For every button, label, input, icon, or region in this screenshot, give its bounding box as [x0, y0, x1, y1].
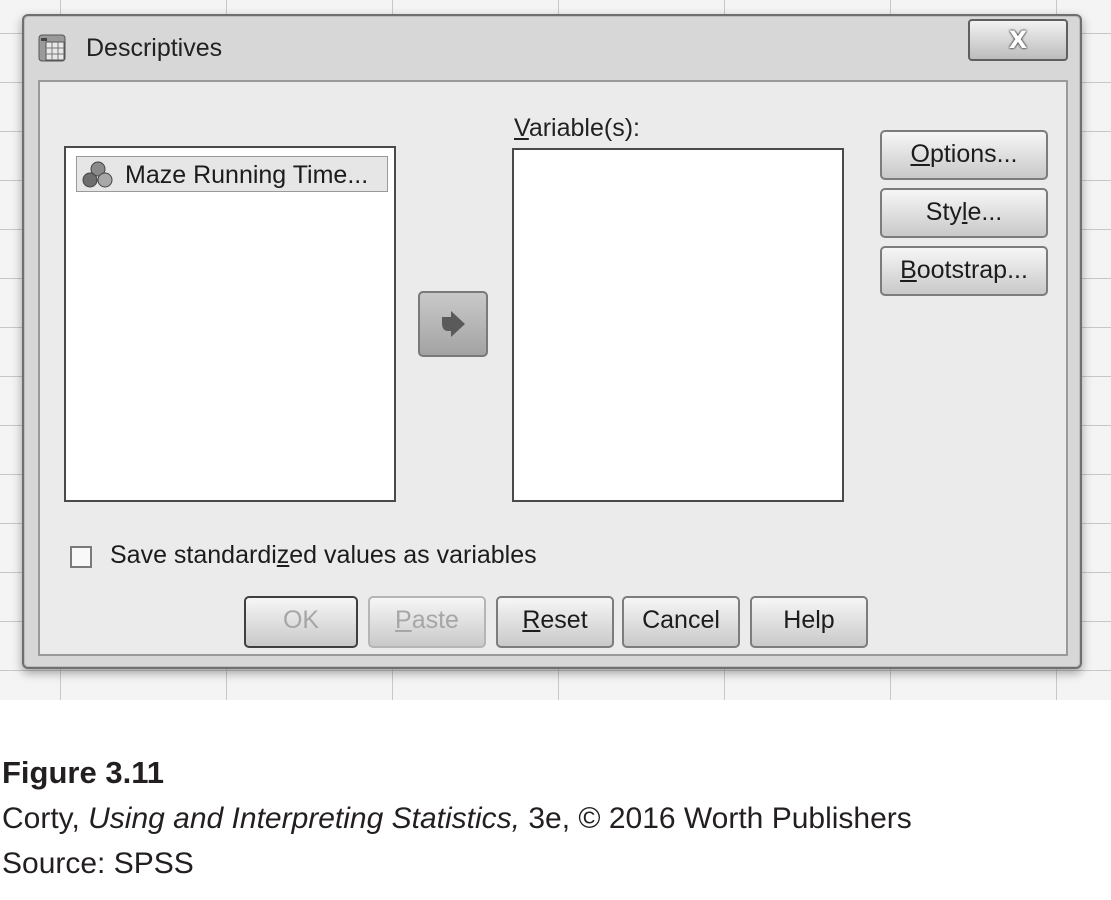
reset-label: eset — [540, 606, 588, 634]
target-list-label-mnemonic: V — [514, 114, 529, 142]
right-arrow-icon — [442, 311, 465, 337]
figure-number: Figure 3.11 — [2, 755, 164, 790]
checkbox-label-start: Save standardi — [110, 541, 277, 569]
source-variable-list[interactable]: Maze Running Time... — [64, 146, 396, 502]
bootstrap-label: ootstrap... — [916, 256, 1028, 284]
credit-book-title: Using and Interpreting Statistics, — [88, 802, 521, 835]
checkbox-mnemonic: z — [276, 541, 290, 569]
style-label-end: e... — [967, 198, 1003, 226]
cancel-button[interactable]: Cancel — [622, 596, 740, 648]
ok-button[interactable]: OK — [244, 596, 358, 648]
options-label: ptions... — [929, 140, 1018, 168]
dialog-content: Maze Running Time... Variable(s): Option… — [38, 80, 1068, 656]
variable-label: Maze Running Time... — [125, 161, 369, 189]
dialog-title: Descriptives — [86, 34, 223, 62]
options-mnemonic: O — [910, 140, 930, 168]
options-button[interactable]: Options... — [880, 130, 1048, 180]
reset-mnemonic: R — [522, 606, 541, 634]
style-button[interactable]: Style... — [880, 188, 1048, 238]
target-variable-list[interactable] — [512, 148, 844, 502]
paste-label: aste — [411, 606, 459, 634]
variable-list-item[interactable]: Maze Running Time... — [76, 156, 388, 192]
cancel-label: Cancel — [642, 606, 720, 634]
close-button[interactable]: X — [968, 19, 1068, 61]
checkbox-label-end: ed values as variables — [289, 541, 537, 569]
credit-publisher: 3e, © 2016 Worth Publishers — [520, 802, 912, 835]
target-list-label: Variable(s): — [514, 114, 640, 143]
bootstrap-mnemonic: B — [900, 256, 917, 284]
bootstrap-button[interactable]: Bootstrap... — [880, 246, 1048, 296]
reset-button[interactable]: Reset — [496, 596, 614, 648]
figure-source: Source: SPSS — [2, 847, 194, 880]
scale-variable-icon — [82, 161, 113, 188]
paste-button[interactable]: Paste — [368, 596, 486, 648]
save-standardized-label[interactable]: Save standardized values as variables — [110, 541, 537, 570]
credit-author: Corty, — [2, 802, 89, 835]
help-button[interactable]: Help — [750, 596, 868, 648]
help-label: Help — [783, 606, 835, 634]
title-bar[interactable]: Descriptives X — [24, 16, 1080, 82]
style-label-start: Sty — [925, 198, 962, 226]
close-icon: X — [1008, 26, 1028, 54]
paste-mnemonic: P — [395, 606, 412, 634]
figure-credit: Corty, Using and Interpreting Statistics… — [2, 794, 912, 844]
figure-caption: Figure 3.11 Corty, Using and Interpretin… — [2, 752, 912, 884]
save-standardized-checkbox[interactable] — [70, 546, 92, 568]
target-list-label-text: ariable(s): — [528, 114, 640, 142]
descriptives-dialog-icon — [38, 34, 66, 62]
ok-label: OK — [282, 606, 320, 634]
move-variable-button[interactable] — [418, 291, 488, 357]
descriptives-dialog: Descriptives X Maze Running Time... Vari… — [22, 14, 1082, 669]
